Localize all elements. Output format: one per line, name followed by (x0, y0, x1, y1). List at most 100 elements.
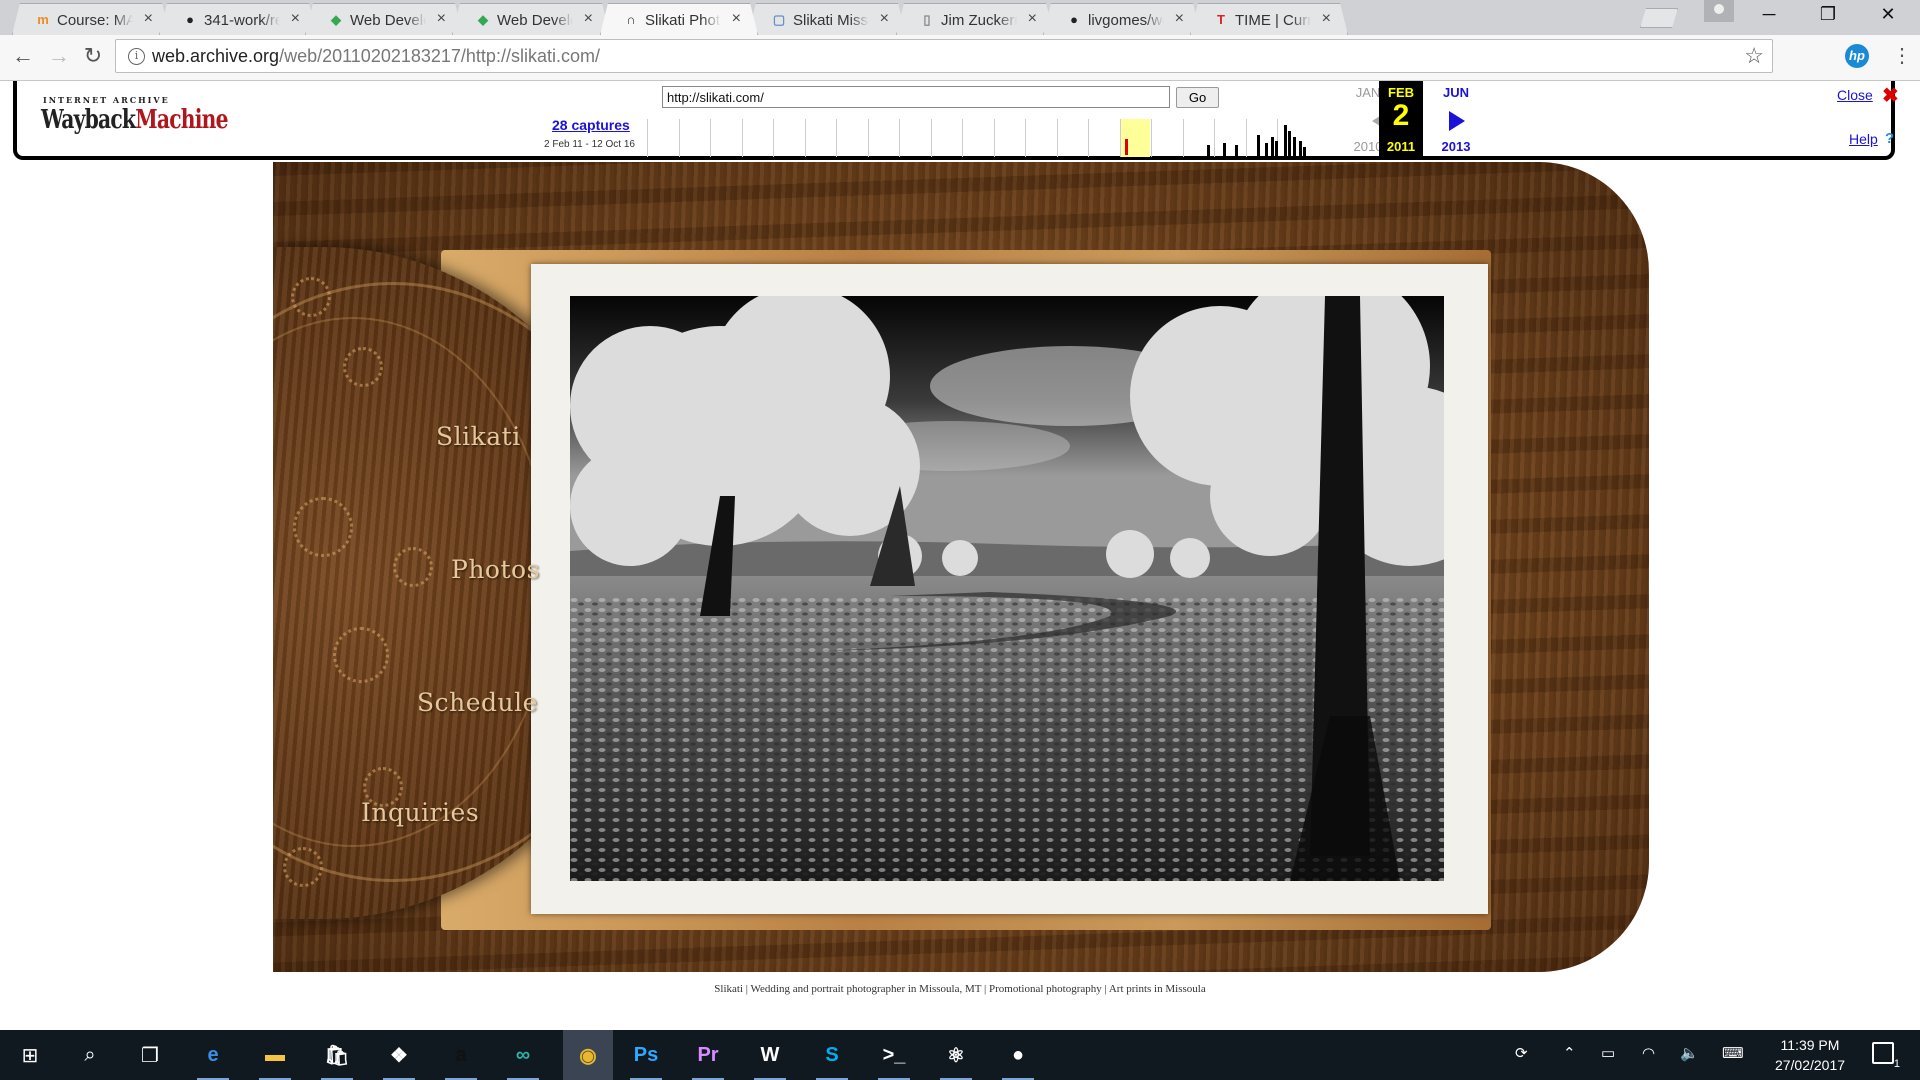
close-window-button[interactable]: ✕ (1868, 4, 1908, 25)
capture-bar[interactable] (1288, 131, 1291, 157)
address-bar[interactable]: i web.archive.org/web/20110202183217/htt… (115, 39, 1773, 73)
edge-icon[interactable]: e (195, 1037, 231, 1080)
tab-close-icon[interactable]: × (291, 10, 300, 28)
atom-icon[interactable]: ⚛ (938, 1037, 974, 1080)
word-icon[interactable]: W (752, 1037, 788, 1080)
tab-close-icon[interactable]: × (880, 10, 889, 28)
capture-bar[interactable] (1271, 137, 1274, 157)
capture-bar[interactable] (1284, 125, 1287, 157)
tab-close-icon[interactable]: × (144, 10, 153, 28)
year-separator (710, 119, 711, 157)
tab-close-icon[interactable]: × (1322, 10, 1331, 28)
help-question-icon[interactable]: ? (1885, 130, 1894, 147)
premiere-icon[interactable]: Pr (690, 1037, 726, 1080)
new-tab-button[interactable] (1640, 8, 1678, 28)
close-x-icon[interactable]: ✖ (1882, 83, 1899, 108)
year-separator (1245, 119, 1247, 157)
wayback-logo[interactable]: WaybackMachine (41, 105, 229, 135)
url-text[interactable]: web.archive.org/web/20110202183217/http:… (152, 46, 600, 67)
menu-icon[interactable]: ⋮ (1892, 43, 1912, 68)
captures-link[interactable]: 28 captures (552, 117, 630, 133)
wayback-logo-caption: INTERNET ARCHIVE (43, 95, 170, 105)
next-capture-column[interactable]: JUN 2013 (1431, 81, 1481, 156)
tab-close-icon[interactable]: × (437, 10, 446, 28)
hp-extension-icon[interactable]: hp (1845, 44, 1869, 68)
volume-icon[interactable]: 🔈 (1680, 1044, 1699, 1062)
arduino-icon[interactable]: ∞ (505, 1037, 541, 1080)
notification-center-icon[interactable]: 1 (1872, 1042, 1900, 1070)
tab-close-icon[interactable]: × (584, 10, 593, 28)
forward-button[interactable]: → (44, 43, 74, 69)
browser-tab[interactable]: ● livgomes/week × (1043, 3, 1201, 35)
bookmark-star-icon[interactable]: ☆ (1744, 43, 1764, 69)
tab-close-icon[interactable]: × (1028, 10, 1037, 28)
back-button[interactable]: ← (8, 43, 38, 69)
start-button[interactable]: ⊞ (12, 1037, 48, 1073)
capture-bar[interactable] (1265, 143, 1268, 157)
year-separator (773, 119, 774, 157)
capture-bar[interactable] (1207, 145, 1210, 157)
tab-close-icon[interactable]: × (1175, 10, 1184, 28)
capture-bar[interactable] (1299, 141, 1302, 157)
rosette-ornament (393, 547, 433, 587)
wayback-toolbar: INTERNET ARCHIVE WaybackMachine Go 28 ca… (13, 81, 1899, 160)
info-icon[interactable]: i (128, 48, 145, 65)
github-desktop-icon[interactable]: ● (1000, 1037, 1036, 1080)
minimize-button[interactable]: ─ (1749, 4, 1789, 25)
wayback-url-input[interactable] (662, 86, 1170, 108)
browser-tab[interactable]: ◆ Web Developm × (452, 3, 610, 35)
browser-tab[interactable]: m Course: MART 3 × (12, 3, 170, 35)
current-capture-marker (1125, 139, 1128, 155)
wayback-help-link[interactable]: Help (1849, 131, 1878, 147)
capture-bar[interactable] (1257, 135, 1260, 157)
amazon-icon[interactable]: a (443, 1037, 479, 1080)
tab-title: livgomes/week (1088, 12, 1164, 29)
dropbox-icon[interactable]: ❖ (381, 1037, 417, 1080)
store-icon[interactable]: 🛍 (319, 1037, 355, 1080)
year-separator (962, 119, 963, 157)
powershell-icon[interactable]: >_ (876, 1037, 912, 1080)
browser-tab[interactable]: ∩ Slikati Photogra × (600, 3, 758, 35)
capture-sparkline[interactable] (647, 119, 1317, 157)
tab-close-icon[interactable]: × (732, 10, 741, 28)
browser-tab[interactable]: ● 341-work/readr × (159, 3, 317, 35)
nav-link-schedule[interactable]: Schedule (417, 688, 538, 717)
capture-bar[interactable] (1275, 141, 1278, 157)
current-capture-column: FEB 2 2011 (1379, 81, 1423, 156)
photoshop-icon[interactable]: Ps (628, 1037, 664, 1080)
keyboard-icon[interactable]: ⌨ (1722, 1044, 1744, 1062)
task-view-icon[interactable]: ❐ (132, 1037, 168, 1073)
cloud-sync-tray-icon[interactable]: ⟳ (1515, 1044, 1528, 1062)
capture-bar[interactable] (1235, 145, 1238, 157)
capture-bar[interactable] (1223, 143, 1226, 157)
tab-title: TIME | Current (1235, 12, 1311, 29)
reload-button[interactable]: ↻ (78, 43, 108, 69)
browser-tab[interactable]: T TIME | Current × (1190, 3, 1348, 35)
capture-bar[interactable] (1303, 147, 1306, 157)
rosette-ornament (293, 497, 353, 557)
year-separator (678, 119, 680, 157)
wifi-icon[interactable]: ◠ (1642, 1044, 1655, 1062)
tab-title: Slikati Photogra (645, 12, 721, 29)
wayback-close-link[interactable]: Close (1837, 87, 1873, 103)
browser-tab[interactable]: ▯ Jim Zuckerman × (896, 3, 1054, 35)
skype-icon[interactable]: S (814, 1037, 850, 1080)
browser-tab[interactable]: ▢ Slikati Missoula × (748, 3, 906, 35)
chrome-icon[interactable]: ◉ (563, 1030, 613, 1080)
nav-link-slikati[interactable]: Slikati (436, 422, 521, 451)
profile-button[interactable] (1704, 0, 1734, 22)
taskbar-clock[interactable]: 11:39 PM 27/02/2017 (1765, 1035, 1855, 1075)
nav-link-inquiries[interactable]: Inquiries (361, 798, 479, 827)
browser-tab[interactable]: ◆ Web Developm × (305, 3, 463, 35)
show-hidden-icons-icon[interactable]: ⌃ (1563, 1044, 1576, 1062)
year-separator (1025, 119, 1026, 157)
year-separator (647, 119, 648, 157)
search-icon[interactable]: ⌕ (72, 1037, 108, 1073)
wayback-go-button[interactable]: Go (1176, 87, 1219, 108)
restore-button[interactable]: ❐ (1808, 4, 1848, 25)
capture-bar[interactable] (1293, 137, 1296, 157)
nav-link-photos[interactable]: Photos (451, 555, 540, 584)
rosette-ornament (343, 347, 383, 387)
battery-icon[interactable]: ▭ (1601, 1044, 1615, 1062)
file-explorer-icon[interactable]: ▬ (257, 1037, 293, 1080)
